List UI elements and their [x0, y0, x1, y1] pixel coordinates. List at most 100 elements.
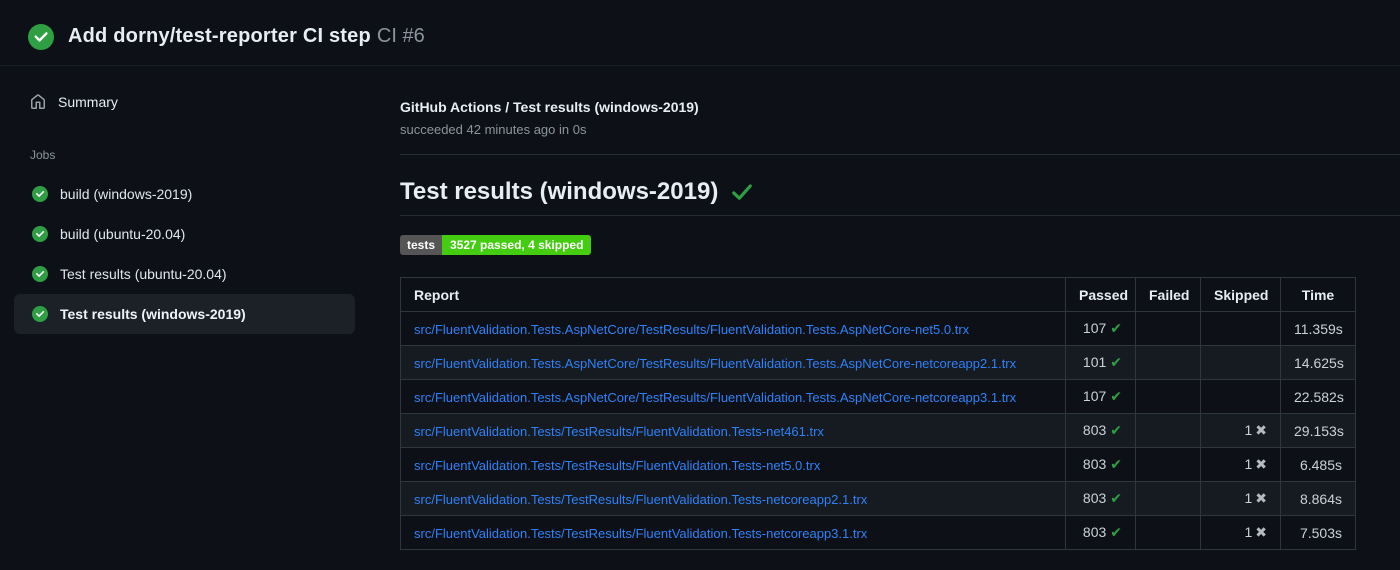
passed-cell: 803 ✔	[1065, 515, 1136, 550]
table-row: src/FluentValidation.Tests.AspNetCore/Te…	[400, 379, 1356, 414]
job-list: build (windows-2019) build (ubuntu-20.04…	[0, 172, 400, 334]
failed-cell	[1135, 447, 1201, 482]
main-panel: GitHub Actions / Test results (windows-2…	[400, 66, 1400, 550]
pass-check-icon: ✔	[1110, 388, 1122, 404]
run-number: CI #6	[376, 25, 425, 47]
check-circle-icon	[28, 23, 54, 50]
sidebar: Summary Jobs build (windows-2019) build …	[0, 66, 400, 334]
section-title-text: Test results (windows-2019)	[400, 178, 719, 205]
run-header: Add dorny/test-reporter CI step CI #6	[0, 0, 1400, 66]
pass-check-icon: ✔	[1110, 320, 1122, 336]
passed-cell: 803 ✔	[1065, 481, 1136, 516]
passed-cell: 803 ✔	[1065, 413, 1136, 448]
job-label: build (ubuntu-20.04)	[60, 226, 186, 242]
pass-check-icon: ✔	[1110, 354, 1122, 370]
table-row: src/FluentValidation.Tests/TestResults/F…	[400, 447, 1356, 482]
table-row: src/FluentValidation.Tests/TestResults/F…	[400, 515, 1356, 550]
report-cell: src/FluentValidation.Tests.AspNetCore/Te…	[400, 311, 1066, 346]
pass-check-icon: ✔	[1110, 456, 1122, 472]
passed-cell: 803 ✔	[1065, 447, 1136, 482]
skipped-cell: 1 ✖	[1200, 515, 1281, 550]
time-cell: 14.625s	[1280, 345, 1356, 380]
report-link[interactable]: src/FluentValidation.Tests.AspNetCore/Te…	[414, 390, 1016, 405]
skip-cross-icon: ✖	[1255, 490, 1267, 506]
report-cell: src/FluentValidation.Tests/TestResults/F…	[400, 413, 1066, 448]
report-link[interactable]: src/FluentValidation.Tests/TestResults/F…	[414, 492, 867, 507]
column-header-skipped: Skipped	[1200, 277, 1281, 312]
report-link[interactable]: src/FluentValidation.Tests/TestResults/F…	[414, 526, 867, 541]
check-circle-icon	[32, 306, 48, 322]
passed-cell: 107 ✔	[1065, 379, 1136, 414]
tests-badge: tests 3527 passed, 4 skipped	[400, 235, 592, 255]
report-link[interactable]: src/FluentValidation.Tests/TestResults/F…	[414, 424, 824, 439]
passed-cell: 101 ✔	[1065, 345, 1136, 380]
table-row: src/FluentValidation.Tests.AspNetCore/Te…	[400, 345, 1356, 380]
skipped-cell	[1200, 311, 1281, 346]
table-row: src/FluentValidation.Tests/TestResults/F…	[400, 413, 1356, 448]
check-circle-icon	[32, 226, 48, 242]
column-header-report: Report	[400, 277, 1066, 312]
pass-check-icon: ✔	[1110, 524, 1122, 540]
time-cell: 11.359s	[1280, 311, 1356, 346]
passed-cell: 107 ✔	[1065, 311, 1136, 346]
check-icon	[730, 180, 754, 204]
summary-label: Summary	[58, 94, 118, 110]
skip-cross-icon: ✖	[1255, 422, 1267, 438]
report-cell: src/FluentValidation.Tests.AspNetCore/Te…	[400, 345, 1066, 380]
column-header-passed: Passed	[1065, 277, 1136, 312]
table-row: src/FluentValidation.Tests/TestResults/F…	[400, 481, 1356, 516]
failed-cell	[1135, 345, 1201, 380]
check-circle-icon	[32, 266, 48, 282]
report-cell: src/FluentValidation.Tests/TestResults/F…	[400, 515, 1066, 550]
time-cell: 7.503s	[1280, 515, 1356, 550]
tests-badge-label: tests	[400, 235, 443, 255]
skipped-cell: 1 ✖	[1200, 413, 1281, 448]
table-header-row: Report Passed Failed Skipped Time	[400, 277, 1356, 312]
sidebar-job-test-results-ubuntu-2004[interactable]: Test results (ubuntu-20.04)	[14, 254, 355, 294]
header-divider	[400, 154, 1400, 155]
job-label: Test results (windows-2019)	[60, 306, 246, 322]
tests-badge-value: 3527 passed, 4 skipped	[442, 235, 592, 255]
column-header-failed: Failed	[1135, 277, 1201, 312]
section-title: Test results (windows-2019)	[400, 178, 1400, 216]
table-row: src/FluentValidation.Tests.AspNetCore/Te…	[400, 311, 1356, 346]
report-cell: src/FluentValidation.Tests/TestResults/F…	[400, 481, 1066, 516]
skip-cross-icon: ✖	[1255, 524, 1267, 540]
check-circle-icon	[32, 186, 48, 202]
time-cell: 6.485s	[1280, 447, 1356, 482]
job-label: Test results (ubuntu-20.04)	[60, 266, 227, 282]
home-icon	[30, 94, 46, 110]
report-cell: src/FluentValidation.Tests/TestResults/F…	[400, 447, 1066, 482]
column-header-time: Time	[1280, 277, 1356, 312]
failed-cell	[1135, 413, 1201, 448]
test-results-table-body: src/FluentValidation.Tests.AspNetCore/Te…	[400, 311, 1356, 550]
workflow-run-title: Add dorny/test-reporter CI step	[68, 25, 371, 47]
pass-check-icon: ✔	[1110, 422, 1122, 438]
report-link[interactable]: src/FluentValidation.Tests.AspNetCore/Te…	[414, 322, 969, 337]
skipped-cell: 1 ✖	[1200, 481, 1281, 516]
pass-check-icon: ✔	[1110, 490, 1122, 506]
job-label: build (windows-2019)	[60, 186, 193, 202]
failed-cell	[1135, 515, 1201, 550]
run-title: Add dorny/test-reporter CI step CI #6	[68, 25, 425, 48]
report-link[interactable]: src/FluentValidation.Tests.AspNetCore/Te…	[414, 356, 1016, 371]
sidebar-job-build-ubuntu-2004[interactable]: build (ubuntu-20.04)	[14, 214, 355, 254]
test-results-table: Report Passed Failed Skipped Time src/Fl…	[400, 277, 1356, 550]
skip-cross-icon: ✖	[1255, 456, 1267, 472]
sidebar-item-summary[interactable]: Summary	[30, 90, 400, 114]
time-cell: 8.864s	[1280, 481, 1356, 516]
time-cell: 22.582s	[1280, 379, 1356, 414]
failed-cell	[1135, 481, 1201, 516]
skipped-cell	[1200, 379, 1281, 414]
check-run-status: succeeded 42 minutes ago in 0s	[400, 122, 587, 137]
sidebar-job-test-results-windows-2019[interactable]: Test results (windows-2019)	[14, 294, 355, 334]
sidebar-job-build-windows-2019[interactable]: build (windows-2019)	[14, 174, 355, 214]
failed-cell	[1135, 379, 1201, 414]
skipped-cell	[1200, 345, 1281, 380]
report-link[interactable]: src/FluentValidation.Tests/TestResults/F…	[414, 458, 820, 473]
jobs-heading: Jobs	[30, 148, 56, 162]
check-run-title: GitHub Actions / Test results (windows-2…	[400, 99, 699, 115]
time-cell: 29.153s	[1280, 413, 1356, 448]
report-cell: src/FluentValidation.Tests.AspNetCore/Te…	[400, 379, 1066, 414]
skipped-cell: 1 ✖	[1200, 447, 1281, 482]
